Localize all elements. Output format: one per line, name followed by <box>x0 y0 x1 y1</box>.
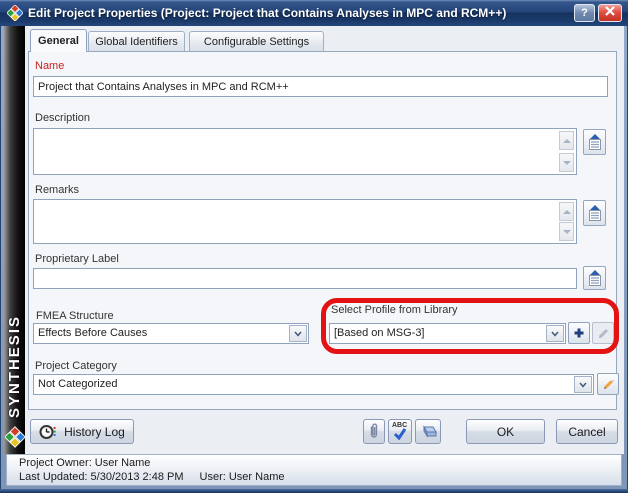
description-textarea[interactable] <box>33 128 577 175</box>
tab-configurable-settings[interactable]: Configurable Settings <box>189 31 324 52</box>
chevron-down-icon <box>579 382 587 388</box>
remarks-textarea[interactable] <box>33 199 577 244</box>
fmea-structure-value: Effects Before Causes <box>38 327 147 339</box>
rich-text-editor-icon <box>587 204 603 222</box>
window-bottom-edge <box>0 489 628 493</box>
proprietary-editor-button[interactable] <box>583 266 606 290</box>
ok-button[interactable]: OK <box>466 419 545 444</box>
close-button[interactable] <box>598 4 622 22</box>
remarks-editor-button[interactable] <box>583 200 606 226</box>
user-text: User: User Name <box>200 471 285 483</box>
app-logo-pinwheel-icon <box>7 5 23 21</box>
edit-project-properties-dialog: Edit Project Properties (Project: Projec… <box>0 0 628 493</box>
chevron-down-icon <box>551 331 559 337</box>
project-category-combobox[interactable]: Not Categorized <box>33 374 594 395</box>
dropdown-button[interactable] <box>289 325 307 342</box>
rich-text-editor-icon <box>587 133 603 151</box>
last-updated-text: Last Updated: 5/30/2013 2:48 PM <box>19 471 184 483</box>
chevron-down-icon <box>294 331 302 337</box>
status-bar: Project Owner: User Name Last Updated: 5… <box>6 454 622 486</box>
pencil-icon <box>602 378 615 391</box>
proprietary-label-input[interactable] <box>33 268 577 289</box>
name-input[interactable] <box>33 76 608 97</box>
pencil-icon <box>597 327 610 340</box>
scroll-down-button[interactable] <box>559 222 574 241</box>
synthesis-logo-icon <box>5 426 25 448</box>
history-clock-icon <box>39 424 56 440</box>
cancel-button[interactable]: Cancel <box>556 419 618 444</box>
check-icon <box>393 428 407 440</box>
paperclip-icon <box>368 423 380 440</box>
synthesis-vertical-text: SYNTHESIS <box>6 315 24 418</box>
profile-combobox[interactable]: [Based on MSG-3] <box>329 323 566 344</box>
name-label: Name <box>35 60 64 72</box>
edit-category-button[interactable] <box>597 373 619 395</box>
branding-strip: SYNTHESIS <box>4 26 25 454</box>
ok-label: OK <box>497 425 514 439</box>
eraser-icon <box>419 425 437 438</box>
project-category-value: Not Categorized <box>38 378 118 390</box>
proprietary-label-label: Proprietary Label <box>35 253 119 265</box>
chevron-up-icon <box>563 210 571 214</box>
tab-global-identifiers[interactable]: Global Identifiers <box>88 31 185 52</box>
chevron-down-icon <box>563 161 571 165</box>
project-owner-status: Project Owner: User Name <box>19 457 150 469</box>
add-profile-button[interactable] <box>568 322 590 344</box>
spell-check-button[interactable]: ABC <box>388 419 412 444</box>
chevron-down-icon <box>563 230 571 234</box>
history-log-button[interactable]: History Log <box>30 419 134 444</box>
description-label: Description <box>35 112 90 124</box>
tab-general[interactable]: General <box>30 29 87 52</box>
profile-label: Select Profile from Library <box>331 304 458 316</box>
rich-text-editor-icon <box>587 269 603 287</box>
attachments-button[interactable] <box>363 419 385 444</box>
project-category-label: Project Category <box>35 360 117 372</box>
window-title: Edit Project Properties (Project: Projec… <box>28 0 506 26</box>
profile-value: [Based on MSG-3] <box>334 327 425 339</box>
fmea-structure-label: FMEA Structure <box>36 310 114 322</box>
history-log-label: History Log <box>64 425 125 439</box>
last-updated-status: Last Updated: 5/30/2013 2:48 PM User: Use… <box>19 471 284 483</box>
scroll-up-button[interactable] <box>559 131 574 150</box>
scroll-up-button[interactable] <box>559 202 574 221</box>
description-editor-button[interactable] <box>583 129 606 155</box>
clear-eraser-button[interactable] <box>415 419 441 444</box>
dropdown-button[interactable] <box>574 376 592 393</box>
help-button[interactable]: ? <box>574 4 595 22</box>
fmea-structure-combobox[interactable]: Effects Before Causes <box>33 323 309 344</box>
help-icon: ? <box>581 7 588 19</box>
chevron-up-icon <box>563 139 571 143</box>
scroll-down-button[interactable] <box>559 153 574 172</box>
title-bar: Edit Project Properties (Project: Projec… <box>0 0 628 26</box>
dropdown-button[interactable] <box>546 325 564 342</box>
plus-icon <box>573 327 585 339</box>
remarks-label: Remarks <box>35 184 79 196</box>
cancel-label: Cancel <box>568 425 605 439</box>
edit-profile-button[interactable] <box>592 322 614 344</box>
close-icon <box>605 6 615 16</box>
